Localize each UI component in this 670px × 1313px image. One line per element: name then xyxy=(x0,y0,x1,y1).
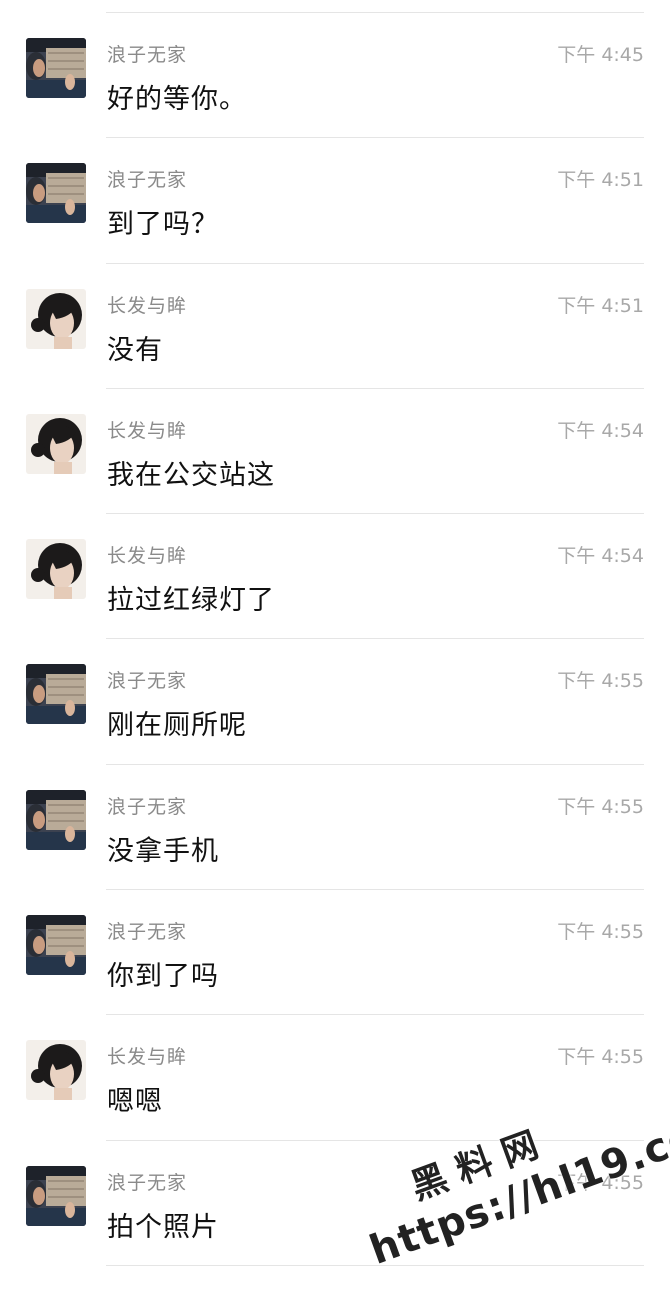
message-text: 我在公交站这 xyxy=(107,459,275,491)
female-hair-avatar[interactable] xyxy=(26,289,86,349)
message-time: 下午 4:55 xyxy=(557,670,644,693)
female-hair-avatar[interactable] xyxy=(26,1040,86,1100)
male-car-avatar[interactable] xyxy=(26,38,86,98)
message-row[interactable]: 浪子无家 下午 4:55 拍个照片 xyxy=(0,1141,670,1267)
message-text: 刚在厕所呢 xyxy=(107,710,247,742)
message-time: 下午 4:45 xyxy=(557,44,644,66)
message-time: 下午 4:55 xyxy=(557,795,644,818)
male-car-avatar[interactable] xyxy=(26,1166,86,1226)
message-text: 没有 xyxy=(107,334,163,366)
sender-name: 浪子无家 xyxy=(107,169,188,192)
message-time: 下午 4:55 xyxy=(557,921,644,944)
message-text: 拉过红绿灯了 xyxy=(107,585,275,617)
male-car-avatar[interactable] xyxy=(26,915,86,975)
message-time: 下午 4:51 xyxy=(557,294,644,317)
sender-name: 长发与眸 xyxy=(107,545,188,568)
female-hair-avatar[interactable] xyxy=(26,539,86,599)
sender-name: 浪子无家 xyxy=(107,921,188,944)
message-text: 没拿手机 xyxy=(107,835,219,867)
message-row[interactable]: 长发与眸 下午 4:55 嗯嗯 xyxy=(0,1015,670,1141)
message-text: 嗯嗯 xyxy=(107,1086,163,1118)
message-text: 好的等你。 xyxy=(107,84,247,115)
sender-name: 长发与眸 xyxy=(107,1046,188,1069)
message-row[interactable]: 浪子无家 下午 4:55 你到了吗 xyxy=(0,890,670,1016)
message-time: 下午 4:55 xyxy=(557,1171,644,1194)
sender-name: 浪子无家 xyxy=(107,670,188,693)
message-row[interactable]: 浪子无家 下午 4:55 没拿手机 xyxy=(0,765,670,891)
sender-name: 浪子无家 xyxy=(107,795,188,818)
message-time: 下午 4:55 xyxy=(557,1046,644,1069)
sender-name: 浪子无家 xyxy=(107,1171,188,1194)
sender-name: 长发与眸 xyxy=(107,419,188,442)
male-car-avatar[interactable] xyxy=(26,790,86,850)
message-row[interactable]: 浪子无家 下午 4:55 刚在厕所呢 xyxy=(0,639,670,766)
message-row[interactable]: 长发与眸 下午 4:51 没有 xyxy=(0,264,670,390)
message-row[interactable]: 长发与眸 下午 4:54 我在公交站这 xyxy=(0,389,670,515)
sender-name: 长发与眸 xyxy=(107,294,188,317)
male-car-avatar[interactable] xyxy=(26,163,86,223)
message-time: 下午 4:54 xyxy=(557,545,644,568)
female-hair-avatar[interactable] xyxy=(26,414,86,474)
chat-record-list[interactable]: 浪子无家 下午 4:45 好的等你。 浪子无家 下午 4:51 到了吗？ 长发与眸 下午 4:… xyxy=(0,13,670,1267)
message-row[interactable]: 长发与眸 下午 4:54 拉过红绿灯了 xyxy=(0,514,670,640)
male-car-avatar[interactable] xyxy=(26,664,86,724)
message-text: 到了吗？ xyxy=(107,209,219,241)
sender-name: 浪子无家 xyxy=(107,44,188,66)
message-row[interactable]: 浪子无家 下午 4:51 到了吗？ xyxy=(0,138,670,264)
message-text: 你到了吗 xyxy=(107,961,219,993)
message-text: 拍个照片 xyxy=(107,1211,219,1243)
message-time: 下午 4:51 xyxy=(557,169,644,192)
message-row[interactable]: 浪子无家 下午 4:45 好的等你。 xyxy=(0,13,670,139)
message-time: 下午 4:54 xyxy=(557,419,644,442)
